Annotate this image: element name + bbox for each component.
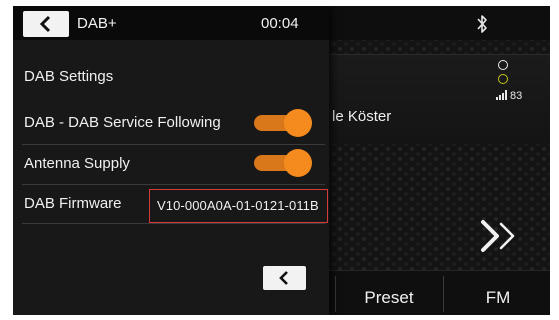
bluetooth-icon <box>477 15 487 33</box>
car-head-unit-screen: 83 le Köster Preset FM DAB+ 00:04 DAB Se… <box>13 6 550 315</box>
collapse-button[interactable] <box>263 266 306 290</box>
page-title: DAB+ <box>77 15 117 32</box>
dab-settings-panel: DAB+ 00:04 DAB Settings DAB - DAB Servic… <box>13 6 329 315</box>
firmware-version-highlight: V10-000A0A-01-0121-011B <box>149 189 328 223</box>
divider <box>335 276 336 312</box>
section-title: DAB Settings <box>24 68 114 85</box>
firmware-version-value: V10-000A0A-01-0121-011B <box>157 198 319 213</box>
preset-button[interactable]: Preset <box>353 288 425 308</box>
indicator-circle-white <box>498 60 508 70</box>
divider <box>22 184 325 185</box>
antenna-supply-label: Antenna Supply <box>24 155 130 172</box>
divider <box>22 144 325 145</box>
fm-button[interactable]: FM <box>463 288 533 308</box>
chevron-left-icon <box>39 15 51 33</box>
divider <box>443 276 444 312</box>
status-bar <box>329 6 550 40</box>
antenna-supply-toggle[interactable] <box>254 148 312 178</box>
clock: 00:04 <box>261 15 299 32</box>
indicator-circle-yellow <box>498 74 508 84</box>
panel-header: DAB+ 00:04 <box>13 6 329 40</box>
service-following-label: DAB - DAB Service Following <box>24 114 221 131</box>
signal-strength-value: 83 <box>510 90 523 102</box>
dab-firmware-label: DAB Firmware <box>24 195 122 212</box>
chevron-left-icon <box>279 271 288 285</box>
divider <box>22 223 325 224</box>
now-playing-artist: le Köster <box>332 108 392 125</box>
signal-bars-icon <box>496 90 508 100</box>
back-button[interactable] <box>23 11 69 37</box>
double-chevron-right-icon[interactable] <box>475 216 531 256</box>
service-following-toggle[interactable] <box>254 108 312 138</box>
